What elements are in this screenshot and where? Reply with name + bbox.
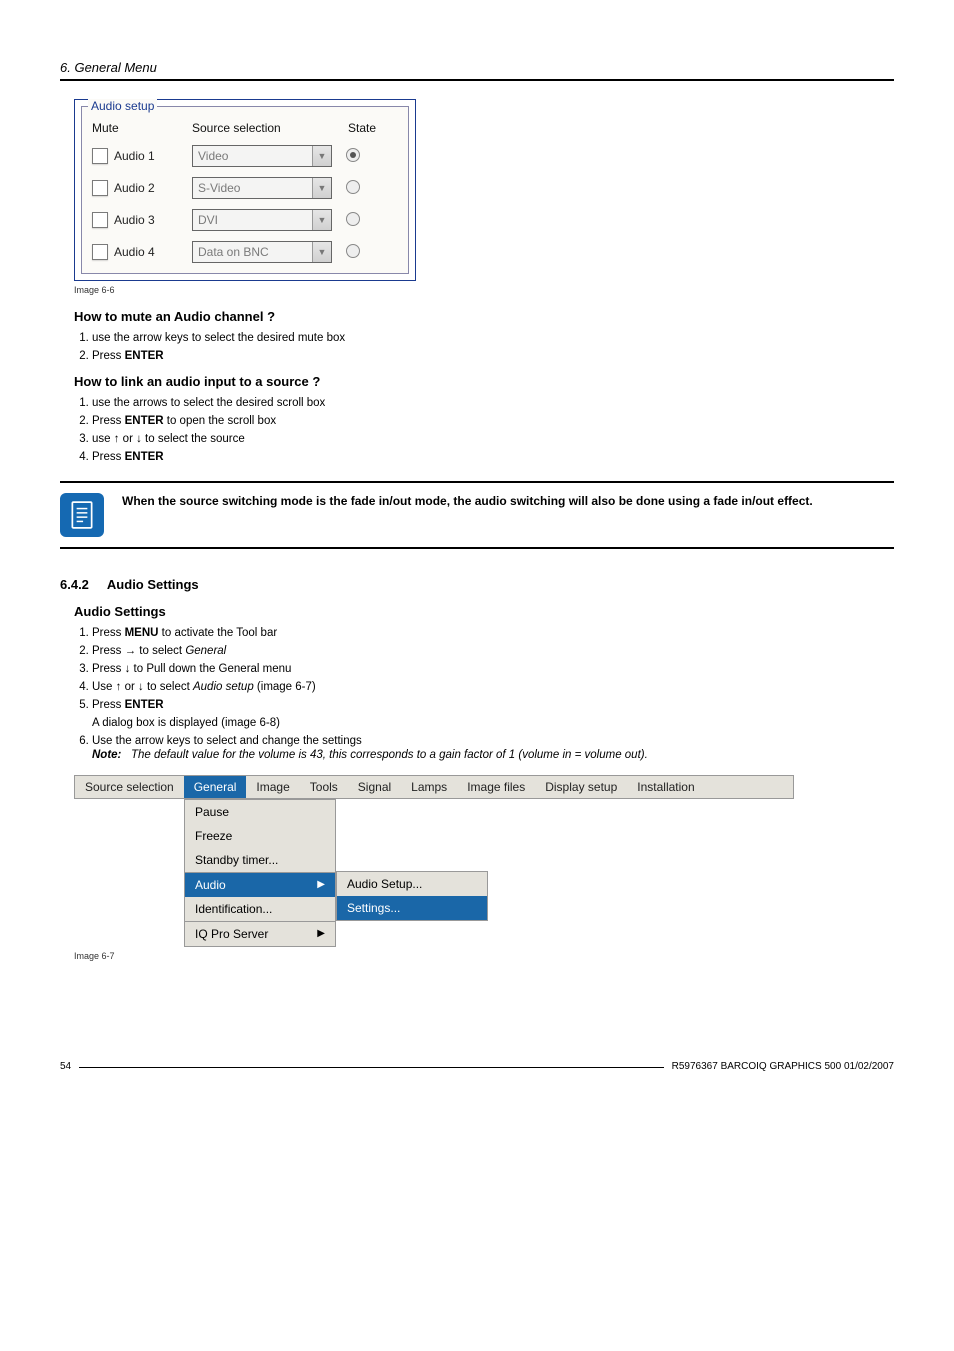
note-icon xyxy=(60,493,104,537)
step: use ↑ or ↓ to select the source xyxy=(92,433,894,445)
step: Press MENU to activate the Tool bar xyxy=(92,627,894,639)
state-radio-1[interactable] xyxy=(346,148,360,162)
general-dropdown: Pause Freeze Standby timer... Audio▶ Ide… xyxy=(184,799,336,947)
state-radio-2[interactable] xyxy=(346,180,360,194)
note-text: When the source switching mode is the fa… xyxy=(122,493,813,509)
page-number: 54 xyxy=(60,1061,71,1072)
submenu-item[interactable]: Audio Setup... xyxy=(337,872,487,896)
breadcrumb: 6. General Menu xyxy=(60,60,894,75)
audio-label-4: Audio 4 xyxy=(114,245,155,259)
chevron-down-icon: ▼ xyxy=(312,210,331,230)
heading-mute: How to mute an Audio channel ? xyxy=(74,309,894,324)
chevron-right-icon: ▶ xyxy=(317,875,325,895)
menu-item[interactable]: Image xyxy=(246,776,299,798)
audio-label-1: Audio 1 xyxy=(114,149,155,163)
source-select-2[interactable]: S-Video▼ xyxy=(192,177,332,199)
state-radio-4[interactable] xyxy=(346,244,360,258)
chevron-down-icon: ▼ xyxy=(312,146,331,166)
steps-list: Press MENU to activate the Tool bar Pres… xyxy=(74,627,894,761)
step: use the arrows to select the desired scr… xyxy=(92,397,894,409)
source-select-1[interactable]: Video▼ xyxy=(192,145,332,167)
audio-label-2: Audio 2 xyxy=(114,181,155,195)
mute-checkbox-1[interactable] xyxy=(92,148,108,164)
heading-audio-settings: Audio Settings xyxy=(74,604,894,619)
dialog-title: Audio setup xyxy=(88,99,157,113)
heading-link: How to link an audio input to a source ? xyxy=(74,374,894,389)
chevron-right-icon: ▶ xyxy=(317,924,325,944)
menu-item[interactable]: Tools xyxy=(300,776,348,798)
audio-submenu: Audio Setup... Settings... xyxy=(336,871,488,921)
menu-item[interactable]: Image files xyxy=(457,776,535,798)
image-caption: Image 6-6 xyxy=(74,285,894,295)
note-block: When the source switching mode is the fa… xyxy=(60,481,894,549)
menubar-screenshot: Source selection General Image Tools Sig… xyxy=(74,775,794,947)
step: use the arrow keys to select the desired… xyxy=(92,332,894,344)
page-footer: 54 R5976367 BARCOIQ GRAPHICS 500 01/02/2… xyxy=(60,1061,894,1072)
mute-row-2: Audio 2 xyxy=(92,180,192,196)
dropdown-item[interactable]: Freeze xyxy=(185,824,335,848)
divider xyxy=(60,79,894,81)
audio-setup-dialog: Audio setup Mute Source selection State … xyxy=(74,99,416,281)
image-caption: Image 6-7 xyxy=(74,951,894,961)
source-select-3[interactable]: DVI▼ xyxy=(192,209,332,231)
audio-label-3: Audio 3 xyxy=(114,213,155,227)
mute-row-1: Audio 1 xyxy=(92,148,192,164)
step: Press ↓ to Pull down the General menu xyxy=(92,663,894,675)
section-heading: 6.4.2 Audio Settings xyxy=(60,577,894,592)
dropdown-item[interactable]: Pause xyxy=(185,800,335,824)
menu-item[interactable]: Installation xyxy=(627,776,704,798)
steps-list: use the arrow keys to select the desired… xyxy=(74,332,894,362)
menu-item[interactable]: Display setup xyxy=(535,776,627,798)
source-select-4[interactable]: Data on BNC▼ xyxy=(192,241,332,263)
mute-checkbox-3[interactable] xyxy=(92,212,108,228)
steps-list: use the arrows to select the desired scr… xyxy=(74,397,894,463)
menubar: Source selection General Image Tools Sig… xyxy=(74,775,794,799)
dropdown-item[interactable]: Standby timer... xyxy=(185,848,335,872)
doc-id: R5976367 BARCOIQ GRAPHICS 500 01/02/2007 xyxy=(672,1061,894,1072)
step: Use the arrow keys to select and change … xyxy=(92,735,894,761)
step: Press → to select General xyxy=(92,645,894,657)
step: Press ENTER xyxy=(92,350,894,362)
col-state-header: State xyxy=(332,121,392,135)
mute-row-3: Audio 3 xyxy=(92,212,192,228)
state-radio-3[interactable] xyxy=(346,212,360,226)
mute-row-4: Audio 4 xyxy=(92,244,192,260)
chevron-down-icon: ▼ xyxy=(312,178,331,198)
col-source-header: Source selection xyxy=(192,121,332,135)
step: Use ↑ or ↓ to select Audio setup (image … xyxy=(92,681,894,693)
col-mute-header: Mute xyxy=(92,121,192,135)
menu-item[interactable]: Source selection xyxy=(75,776,184,798)
dropdown-item[interactable]: IQ Pro Server▶ xyxy=(185,921,335,946)
step: Press ENTER A dialog box is displayed (i… xyxy=(92,699,894,729)
submenu-item-settings[interactable]: Settings... xyxy=(337,896,487,920)
menu-item[interactable]: Signal xyxy=(348,776,401,798)
step: Press ENTER to open the scroll box xyxy=(92,415,894,427)
menu-item[interactable]: Lamps xyxy=(401,776,457,798)
chevron-down-icon: ▼ xyxy=(312,242,331,262)
menu-item-general[interactable]: General xyxy=(184,776,247,798)
mute-checkbox-4[interactable] xyxy=(92,244,108,260)
mute-checkbox-2[interactable] xyxy=(92,180,108,196)
dropdown-item[interactable]: Identification... xyxy=(185,897,335,921)
step: Press ENTER xyxy=(92,451,894,463)
dropdown-item-audio[interactable]: Audio▶ xyxy=(185,872,335,897)
